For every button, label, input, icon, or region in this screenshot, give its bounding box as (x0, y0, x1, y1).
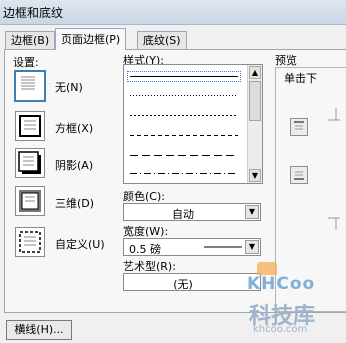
width-label: 宽度(W): (123, 225, 169, 238)
art-select[interactable]: (无) (123, 273, 261, 291)
chevron-down-icon[interactable]: ▼ (245, 240, 259, 254)
preview-page-corner (328, 108, 340, 230)
watermark-url: khcoo.com (253, 324, 308, 335)
setting-none-label[interactable]: 无(N) (55, 79, 83, 95)
border-custom-icon[interactable] (15, 227, 45, 257)
style-list-scrollbar[interactable]: ▲ ▼ (247, 65, 262, 183)
tab-strip: 边框(B) 页面边框(P) 底纹(S) (0, 28, 346, 50)
art-value: (无) (173, 278, 193, 291)
bottom-border-icon[interactable] (290, 166, 308, 184)
chevron-down-icon[interactable]: ▼ (245, 205, 259, 219)
color-select[interactable]: 自动 ▼ (123, 203, 261, 221)
scroll-down-icon[interactable]: ▼ (249, 169, 261, 182)
tab-shading[interactable]: 底纹(S) (137, 31, 187, 50)
color-value: 自动 (172, 208, 194, 221)
tab-page-border[interactable]: 页面边框(P) (55, 28, 127, 50)
setting-box-label[interactable]: 方框(X) (55, 120, 93, 136)
width-select[interactable]: 0.5 磅 ▼ (123, 238, 261, 256)
scroll-thumb[interactable] (249, 81, 261, 121)
setting-shadow-label[interactable]: 阴影(A) (55, 157, 93, 173)
style-solid[interactable] (127, 71, 241, 82)
watermark-logo: KHCoo 科技库 khcoo.com (247, 262, 343, 338)
border-3d-icon[interactable] (15, 186, 45, 216)
border-none-icon[interactable] (14, 70, 46, 102)
width-line-sample (204, 246, 242, 248)
setting-3d-label[interactable]: 三维(D) (55, 195, 94, 211)
style-list[interactable]: ▲ ▼ (123, 64, 263, 184)
tab-borders[interactable]: 边框(B) (5, 31, 56, 50)
window-title: 边框和底纹 (3, 6, 64, 20)
border-box-icon[interactable] (15, 111, 45, 141)
title-bar: 边框和底纹 (0, 0, 346, 25)
settings-heading: 设置: (13, 56, 39, 69)
preview-instruction: 单击下 (284, 72, 317, 85)
color-label: 颜色(C): (123, 190, 165, 203)
width-value: 0.5 磅 (129, 243, 161, 256)
border-shadow-icon[interactable] (15, 148, 45, 178)
top-border-icon[interactable] (290, 118, 308, 136)
art-label: 艺术型(R): (123, 260, 176, 273)
horizontal-line-button[interactable]: 横线(H)... (6, 320, 72, 340)
preview-heading: 预览 (275, 54, 297, 67)
watermark-brand: KHCoo (247, 274, 316, 294)
setting-custom-label[interactable]: 自定义(U) (55, 236, 105, 252)
scroll-up-icon[interactable]: ▲ (249, 66, 261, 79)
